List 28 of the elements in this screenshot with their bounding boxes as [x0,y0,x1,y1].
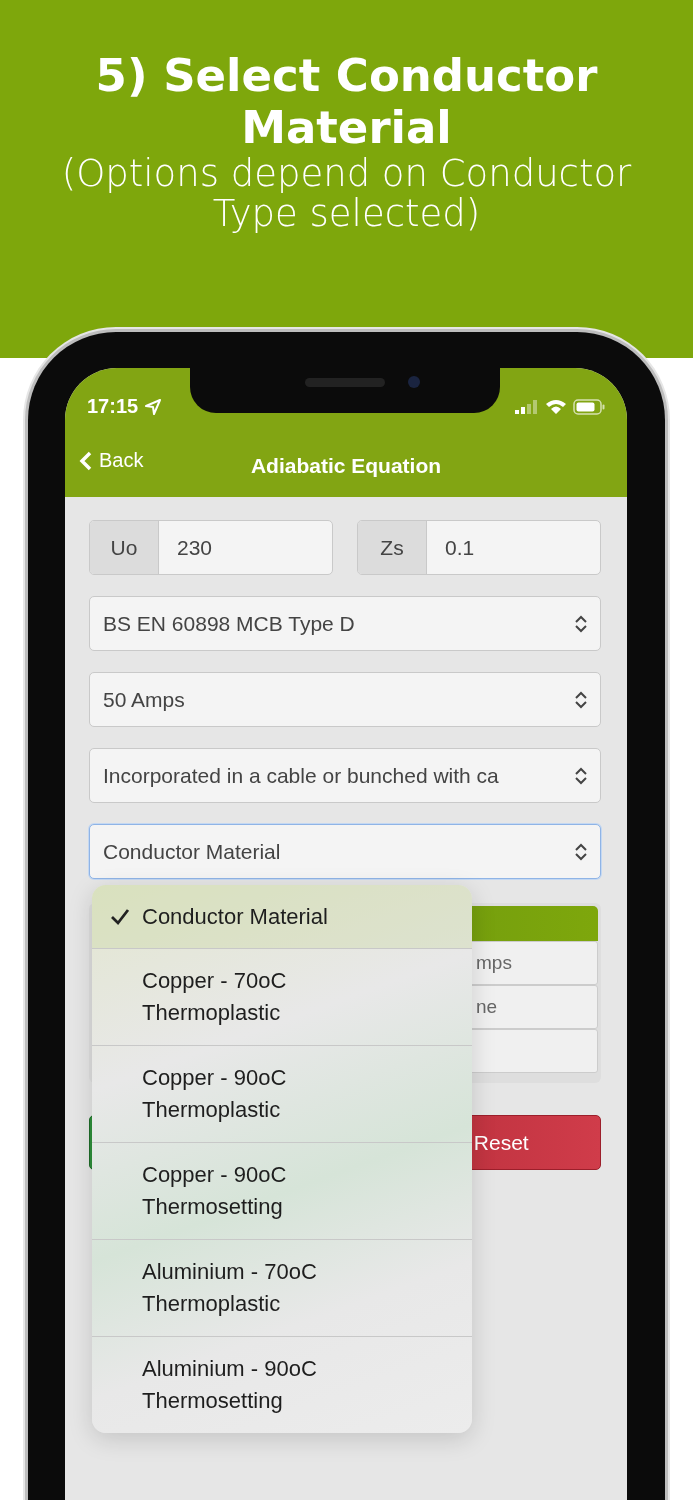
field-label: Zs [358,521,427,574]
select-field[interactable]: BS EN 60898 MCB Type D [89,596,601,651]
dropdown-option[interactable]: Copper - 70oC Thermoplastic [92,948,472,1045]
dropdown-option[interactable]: Copper - 90oC Thermoplastic [92,1045,472,1142]
up-down-chevron-icon [574,841,588,862]
location-arrow-icon [144,397,163,416]
select-field[interactable]: 50 Amps [89,672,601,727]
input-field[interactable]: Uo 230 [89,520,333,575]
dropdown-option[interactable]: Aluminium - 90oC Thermosetting [92,1336,472,1433]
dropdown-option[interactable]: Aluminium - 70oC Thermoplastic [92,1239,472,1336]
wifi-icon [545,398,567,415]
status-time: 17:15 [87,395,139,418]
up-down-chevron-icon [574,613,588,634]
up-down-chevron-icon [574,765,588,786]
subheadline: (Options depend on Conductor Type selected) [60,154,633,234]
headline: 5) Select Conductor Material [94,50,599,154]
dropdown-option[interactable]: Copper - 90oC Thermosetting [92,1142,472,1239]
checkmark-icon [110,907,130,926]
up-down-chevron-icon [574,689,588,710]
select-field[interactable]: Incorporated in a cable or bunched with ca [89,748,601,803]
input-field[interactable]: Zs 0.1 [357,520,601,575]
screen-title: Adiabatic Equation [250,454,442,478]
chevron-left-icon [79,450,93,471]
select-field[interactable]: Conductor Material [89,824,601,879]
field-label: Uo [90,521,159,574]
dropdown-option[interactable]: Conductor Material [92,885,472,948]
battery-icon [573,398,605,415]
signal-icon [515,399,539,414]
